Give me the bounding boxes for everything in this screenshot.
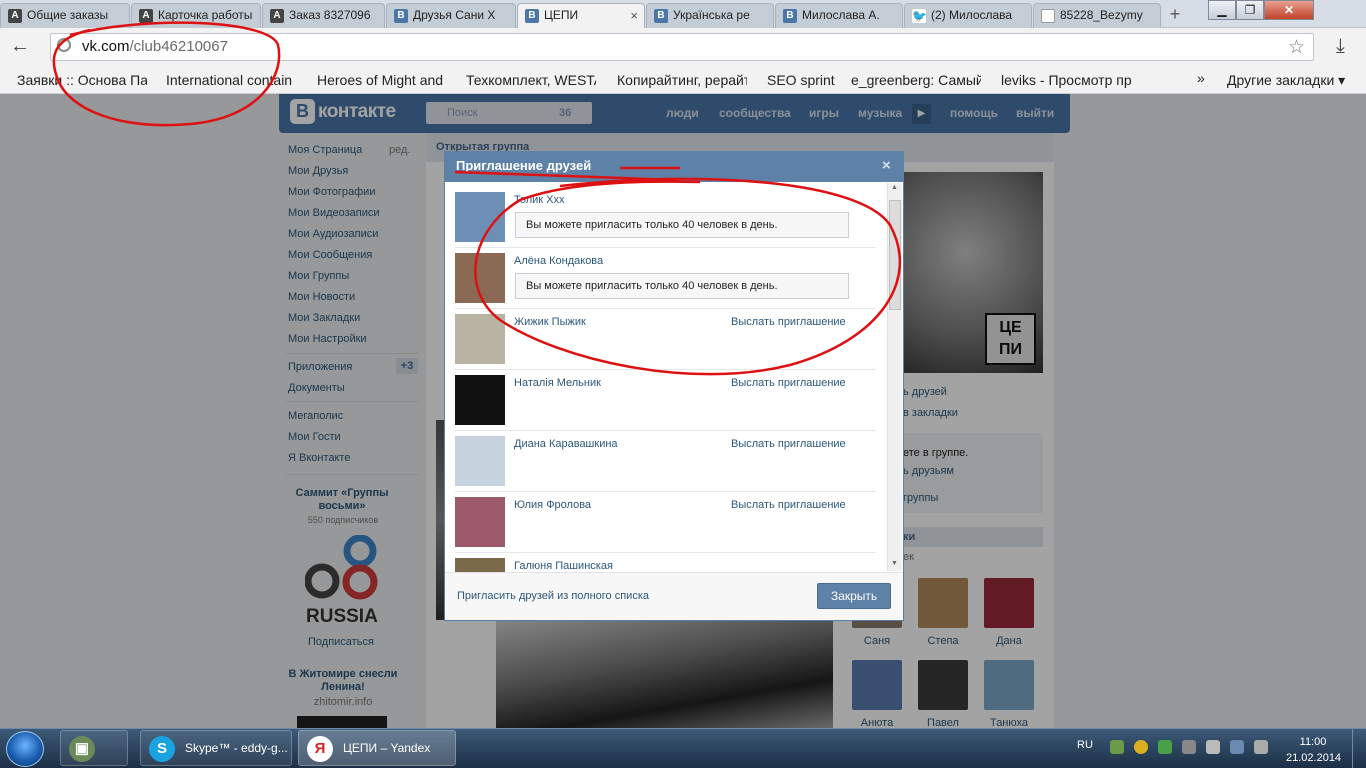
close-window-button[interactable]: ✕ (1264, 0, 1314, 20)
friend-name-link[interactable]: Галюня Пашинская (514, 560, 613, 572)
friend-avatar[interactable] (455, 314, 505, 364)
modal-title: Приглашение друзей (456, 158, 592, 173)
document-icon (1041, 9, 1055, 23)
computer-icon: ▣ (69, 736, 95, 762)
a-icon: A (8, 9, 22, 23)
bookmark-item[interactable]: Heroes of Might and (317, 72, 447, 88)
vk-icon: B (654, 9, 668, 23)
tab-title: Українська ре (673, 8, 750, 22)
friend-name-link[interactable]: Наталія Мельник (514, 377, 601, 389)
back-button[interactable]: ← (10, 35, 30, 58)
invite-full-list-link[interactable]: Пригласить друзей из полного списка (457, 590, 649, 602)
tray-app-icon[interactable] (1134, 740, 1148, 754)
monitor-icon[interactable] (1230, 740, 1244, 754)
maximize-button[interactable]: ❐ (1236, 0, 1264, 20)
friend-name-link[interactable]: Жижик Пыжик (514, 316, 586, 328)
tab-title: ЦЕПИ (544, 8, 579, 22)
twitter-icon: 🐦 (912, 9, 927, 23)
bookmark-item[interactable]: Техкомплект, WESTA (466, 72, 596, 88)
tab-title: Карточка работы (158, 8, 253, 22)
yandex-icon: Я (307, 736, 333, 762)
bookmark-item[interactable]: Заявки :: Основа Пар (17, 72, 147, 88)
download-icon[interactable]: ⤓ (1336, 35, 1345, 58)
more-bookmarks-button[interactable]: » (1197, 70, 1205, 86)
address-path: /club46210067 (129, 38, 228, 55)
browser-tab[interactable]: 🐦 (2) Милослава (904, 3, 1032, 28)
vk-icon: B (394, 9, 408, 23)
clock-date: 21.02.2014 (1286, 752, 1342, 764)
friend-avatar[interactable] (455, 497, 505, 547)
taskbar-app-label: Skype™ - eddy-g... (185, 741, 288, 755)
invite-limit-message: Вы можете пригласить только 40 человек в… (515, 273, 849, 299)
close-button[interactable]: Закрыть (817, 583, 891, 609)
send-invite-link[interactable]: Выслать приглашение (731, 377, 846, 389)
address-text[interactable]: vk.com/club46210067 (82, 38, 228, 55)
friend-avatar[interactable] (455, 192, 505, 242)
scrollbar-thumb[interactable] (889, 200, 901, 310)
friend-name-link[interactable]: Диана Каравашкина (514, 438, 618, 450)
tab-title: Друзья Сани Х (413, 8, 496, 22)
browser-tab[interactable]: A Заказ 8327096 (262, 3, 385, 28)
skype-icon: S (149, 736, 175, 762)
clock[interactable]: 11:00 21.02.2014 (1286, 734, 1342, 766)
modal-close-icon[interactable]: × (882, 157, 891, 174)
taskbar-app[interactable]: ▣ (60, 730, 128, 766)
send-invite-link[interactable]: Выслать приглашение (731, 499, 846, 511)
volume-icon[interactable] (1254, 740, 1268, 754)
browser-tab[interactable]: B ЦЕПИ × (517, 3, 645, 29)
send-invite-link[interactable]: Выслать приглашение (731, 316, 846, 328)
tab-title: (2) Милослава (931, 8, 1013, 22)
shield-icon[interactable] (1158, 740, 1172, 754)
show-desktop-button[interactable] (1352, 729, 1366, 768)
bookmark-item[interactable]: e_greenberg: Самый (851, 72, 981, 88)
bookmark-item[interactable]: Копирайтинг, рерайт (617, 72, 747, 88)
a-icon: A (270, 9, 284, 23)
star-icon[interactable]: ☆ (1288, 36, 1305, 59)
minimize-button[interactable]: ▁ (1208, 0, 1236, 20)
scroll-down-icon[interactable]: ▼ (891, 560, 898, 567)
bookmark-item[interactable]: International contain (166, 72, 296, 88)
friend-name-link[interactable]: Юлия Фролова (514, 499, 591, 511)
tab-title: 85228_Bezymy (1060, 8, 1143, 22)
network-icon[interactable] (1110, 740, 1124, 754)
tab-title: Милослава А. (802, 8, 880, 22)
bookmark-item[interactable]: SEO sprint (767, 72, 837, 88)
address-bar[interactable] (50, 33, 1314, 61)
vk-icon: B (525, 9, 539, 23)
address-domain: vk.com (82, 38, 130, 55)
invite-limit-message: Вы можете пригласить только 40 человек в… (515, 212, 849, 238)
tab-close-icon[interactable]: × (630, 8, 638, 23)
bookmark-item[interactable]: leviks - Просмотр пр (1001, 72, 1131, 88)
browser-tab[interactable]: A Карточка работы (131, 3, 261, 28)
friend-name-link[interactable]: Толик Xxx (514, 194, 565, 206)
signal-icon[interactable] (1182, 740, 1196, 754)
friend-avatar[interactable] (455, 375, 505, 425)
scroll-up-icon[interactable]: ▲ (891, 184, 898, 191)
browser-tab[interactable]: A Общие заказы (0, 3, 130, 28)
browser-tab[interactable]: 85228_Bezymy (1033, 3, 1161, 28)
taskbar-app[interactable]: Я ЦЕПИ – Yandex (298, 730, 456, 766)
clock-time: 11:00 (1299, 736, 1327, 748)
browser-tab[interactable]: B Українська ре (646, 3, 774, 28)
a-icon: A (139, 9, 153, 23)
send-invite-link[interactable]: Выслать приглашение (731, 438, 846, 450)
language-indicator[interactable]: RU (1077, 739, 1093, 751)
friend-avatar[interactable] (455, 436, 505, 486)
new-tab-button[interactable]: + (1165, 4, 1185, 24)
friend-avatar[interactable] (455, 558, 505, 572)
tab-title: Заказ 8327096 (289, 8, 371, 22)
friend-avatar[interactable] (455, 253, 505, 303)
taskbar-app[interactable]: S Skype™ - eddy-g... (140, 730, 292, 766)
friend-name-link[interactable]: Алёна Кондакова (514, 255, 603, 267)
tab-title: Общие заказы (27, 8, 109, 22)
browser-tab[interactable]: B Друзья Сани Х (386, 3, 516, 28)
search-icon (57, 38, 71, 52)
start-button[interactable] (6, 731, 44, 767)
other-bookmarks[interactable]: Другие закладки ▾ (1227, 72, 1345, 89)
browser-tab[interactable]: B Милослава А. (775, 3, 903, 28)
flag-icon[interactable] (1206, 740, 1220, 754)
vk-icon: B (783, 9, 797, 23)
taskbar-app-label: ЦЕПИ – Yandex (343, 741, 431, 755)
